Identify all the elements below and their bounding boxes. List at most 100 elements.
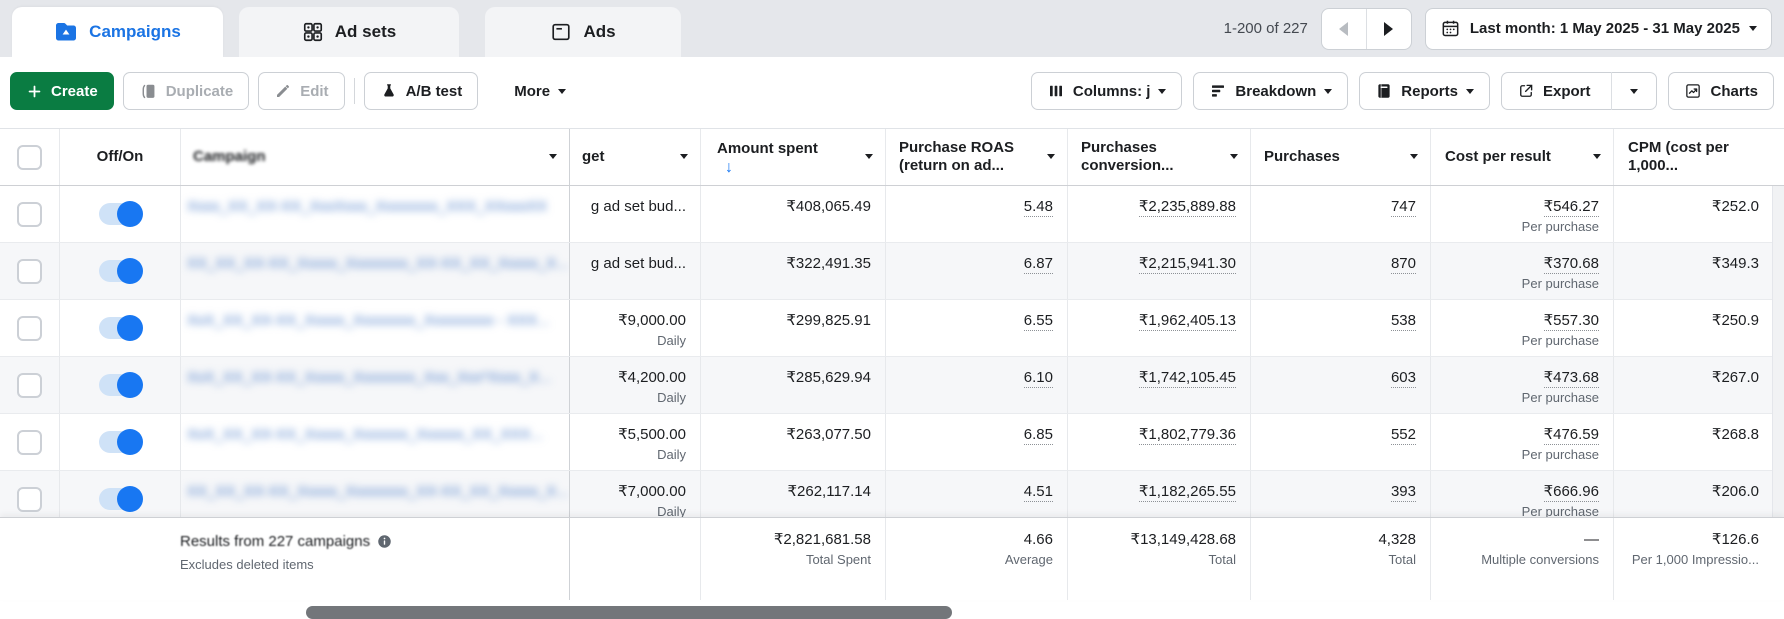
tab-ads[interactable]: Ads (485, 7, 681, 57)
row-checkbox[interactable] (17, 316, 42, 341)
row-checkbox-cell (0, 186, 59, 242)
cost-per-result-value[interactable]: ₹476.59 (1544, 426, 1599, 445)
conversion-value[interactable]: ₹2,235,889.88 (1139, 198, 1236, 217)
row-checkbox[interactable] (17, 487, 42, 512)
purchases-value[interactable]: 393 (1391, 483, 1416, 502)
date-range-picker[interactable]: Last month: 1 May 2025 - 31 May 2025 (1425, 8, 1772, 50)
budget-cell: g ad set bud... (570, 243, 700, 299)
budget-cell: ₹7,000.00 Daily (570, 471, 700, 517)
breakdown-button[interactable]: Breakdown (1193, 72, 1348, 110)
amount-spent-value: ₹408,065.49 (707, 198, 871, 216)
conversion-value[interactable]: ₹1,182,265.55 (1139, 483, 1236, 502)
purchases-value[interactable]: 538 (1391, 312, 1416, 331)
campaign-name-blurred[interactable]: XX_XX_XX-XX_Xxxxx_Xxxxxxxx_XX-XX_XX_Xxxx… (187, 255, 569, 272)
conversion-value[interactable]: ₹1,802,779.36 (1139, 426, 1236, 445)
next-page-button[interactable] (1366, 9, 1411, 49)
duplicate-button[interactable]: Duplicate (123, 72, 250, 110)
purchase-roas-value[interactable]: 6.85 (1024, 426, 1053, 445)
chevron-down-icon (1466, 89, 1474, 94)
chevron-down-icon[interactable] (1047, 154, 1055, 159)
row-checkbox[interactable] (17, 259, 42, 284)
prev-page-button[interactable] (1322, 9, 1366, 49)
campaign-on-toggle[interactable] (99, 488, 141, 510)
campaign-name-cell: XxX_XX_XX-XX_Xxxxx_Xxxxxxxx_Xxx_Xxx*Xxxx… (180, 357, 570, 413)
purchases-value[interactable]: 552 (1391, 426, 1416, 445)
chevron-down-icon[interactable] (865, 154, 873, 159)
purchase-roas-value[interactable]: 6.55 (1024, 312, 1053, 331)
amount-spent-cell: ₹263,077.50 (700, 414, 885, 470)
column-header-purchase-roas[interactable]: Purchase ROAS (return on ad... (885, 129, 1067, 185)
cpm-value: ₹206.0 (1620, 483, 1759, 501)
conversion-value[interactable]: ₹1,962,405.13 (1139, 312, 1236, 331)
conversion-value[interactable]: ₹1,742,105.45 (1139, 369, 1236, 388)
column-header-campaign[interactable]: Campaign (180, 129, 570, 185)
purchase-roas-value[interactable]: 5.48 (1024, 198, 1053, 217)
row-checkbox-cell (0, 300, 59, 356)
row-checkbox[interactable] (17, 202, 42, 227)
cost-per-result-value[interactable]: ₹370.68 (1544, 255, 1599, 274)
purchases-value[interactable]: 747 (1391, 198, 1416, 217)
budget-type: Daily (576, 390, 686, 406)
chevron-down-icon[interactable] (1410, 154, 1418, 159)
row-checkbox[interactable] (17, 430, 42, 455)
ab-test-button[interactable]: A/B test (364, 72, 479, 110)
row-checkbox-cell (0, 243, 59, 299)
select-all-checkbox[interactable] (17, 145, 42, 170)
budget-cell: ₹5,500.00 Daily (570, 414, 700, 470)
chevron-down-icon[interactable] (1593, 154, 1601, 159)
conversion-value[interactable]: ₹2,215,941.30 (1139, 255, 1236, 274)
budget-value: ₹4,200.00 (576, 369, 686, 387)
campaign-on-toggle[interactable] (99, 260, 141, 282)
campaign-on-toggle[interactable] (99, 203, 141, 225)
columns-button[interactable]: Columns: j (1031, 72, 1183, 110)
tab-ad-sets[interactable]: Ad sets (239, 7, 459, 57)
cost-per-result-value[interactable]: ₹666.96 (1544, 483, 1599, 502)
campaign-on-toggle[interactable] (99, 374, 141, 396)
vertical-scrollbar[interactable] (1772, 186, 1784, 517)
purchase-roas-value[interactable]: 6.87 (1024, 255, 1053, 274)
edit-button[interactable]: Edit (258, 72, 344, 110)
cost-per-result-value[interactable]: ₹546.27 (1544, 198, 1599, 217)
campaign-name-blurred[interactable]: XxX_XX_XX-XX_Xxxxx_Xxxxxxx_Xxxxxx_XX_XXX… (187, 426, 543, 443)
chevron-down-icon[interactable] (680, 154, 688, 159)
column-header-cpm[interactable]: CPM (cost per 1,000... (1613, 129, 1773, 185)
purchases-value[interactable]: 870 (1391, 255, 1416, 274)
horizontal-scrollbar-thumb[interactable] (306, 606, 952, 619)
create-button[interactable]: Create (10, 72, 114, 110)
campaign-name-blurred[interactable]: XxX_XX_XX-XX_Xxxxx_Xxxxxxxx_Xxxxxxxxx - … (187, 312, 550, 329)
column-header-budget[interactable]: get (570, 129, 700, 185)
cost-per-result-unit: Per purchase (1437, 390, 1599, 406)
column-header-purchases[interactable]: Purchases (1250, 129, 1430, 185)
row-toggle-cell (59, 471, 180, 517)
column-header-amount-spent[interactable]: Amount spent ↓ (700, 129, 885, 185)
cost-per-result-value[interactable]: ₹557.30 (1544, 312, 1599, 331)
campaign-on-toggle[interactable] (99, 317, 141, 339)
purchase-roas-value[interactable]: 4.51 (1024, 483, 1053, 502)
column-header-purchases-conversion-value[interactable]: Purchases conversion... (1067, 129, 1250, 185)
amount-spent-cell: ₹285,629.94 (700, 357, 885, 413)
campaign-on-toggle[interactable] (99, 431, 141, 453)
purchase-roas-value[interactable]: 6.10 (1024, 369, 1053, 388)
tab-campaigns[interactable]: Campaigns (12, 7, 223, 57)
summary-budget-cell (570, 518, 700, 600)
row-toggle-cell (59, 243, 180, 299)
campaign-name-blurred[interactable]: XX_XX_XX-XX_Xxxxx_Xxxxxxxx_XX-XX_XX_Xxxx… (187, 483, 569, 500)
info-icon[interactable] (377, 534, 392, 549)
row-checkbox[interactable] (17, 373, 42, 398)
chevron-down-icon[interactable] (549, 154, 557, 159)
purchase-roas-cell: 5.48 (885, 186, 1067, 242)
purchases-value[interactable]: 603 (1391, 369, 1416, 388)
line-chart-icon (1684, 82, 1702, 100)
cost-per-result-value[interactable]: ₹473.68 (1544, 369, 1599, 388)
cpm-value: ₹252.0 (1620, 198, 1759, 216)
charts-button[interactable]: Charts (1668, 72, 1774, 110)
campaign-name-blurred[interactable]: XxX_XX_XX-XX_Xxxxx_Xxxxxxxx_Xxx_Xxx*Xxxx… (187, 369, 551, 386)
export-button[interactable]: Export (1501, 72, 1658, 110)
column-header-cost-per-result[interactable]: Cost per result (1430, 129, 1613, 185)
campaign-name-blurred[interactable]: Xxxx_XX_XX-XX_XxxXxxx_Xxxxxxxx_XXX_XXxxx… (187, 198, 547, 215)
sort-descending-icon[interactable]: ↓ (725, 160, 885, 176)
chevron-down-icon[interactable] (1230, 154, 1238, 159)
reports-button[interactable]: Reports (1359, 72, 1490, 110)
export-options-button[interactable] (1611, 72, 1656, 110)
more-button[interactable]: More (499, 72, 581, 110)
